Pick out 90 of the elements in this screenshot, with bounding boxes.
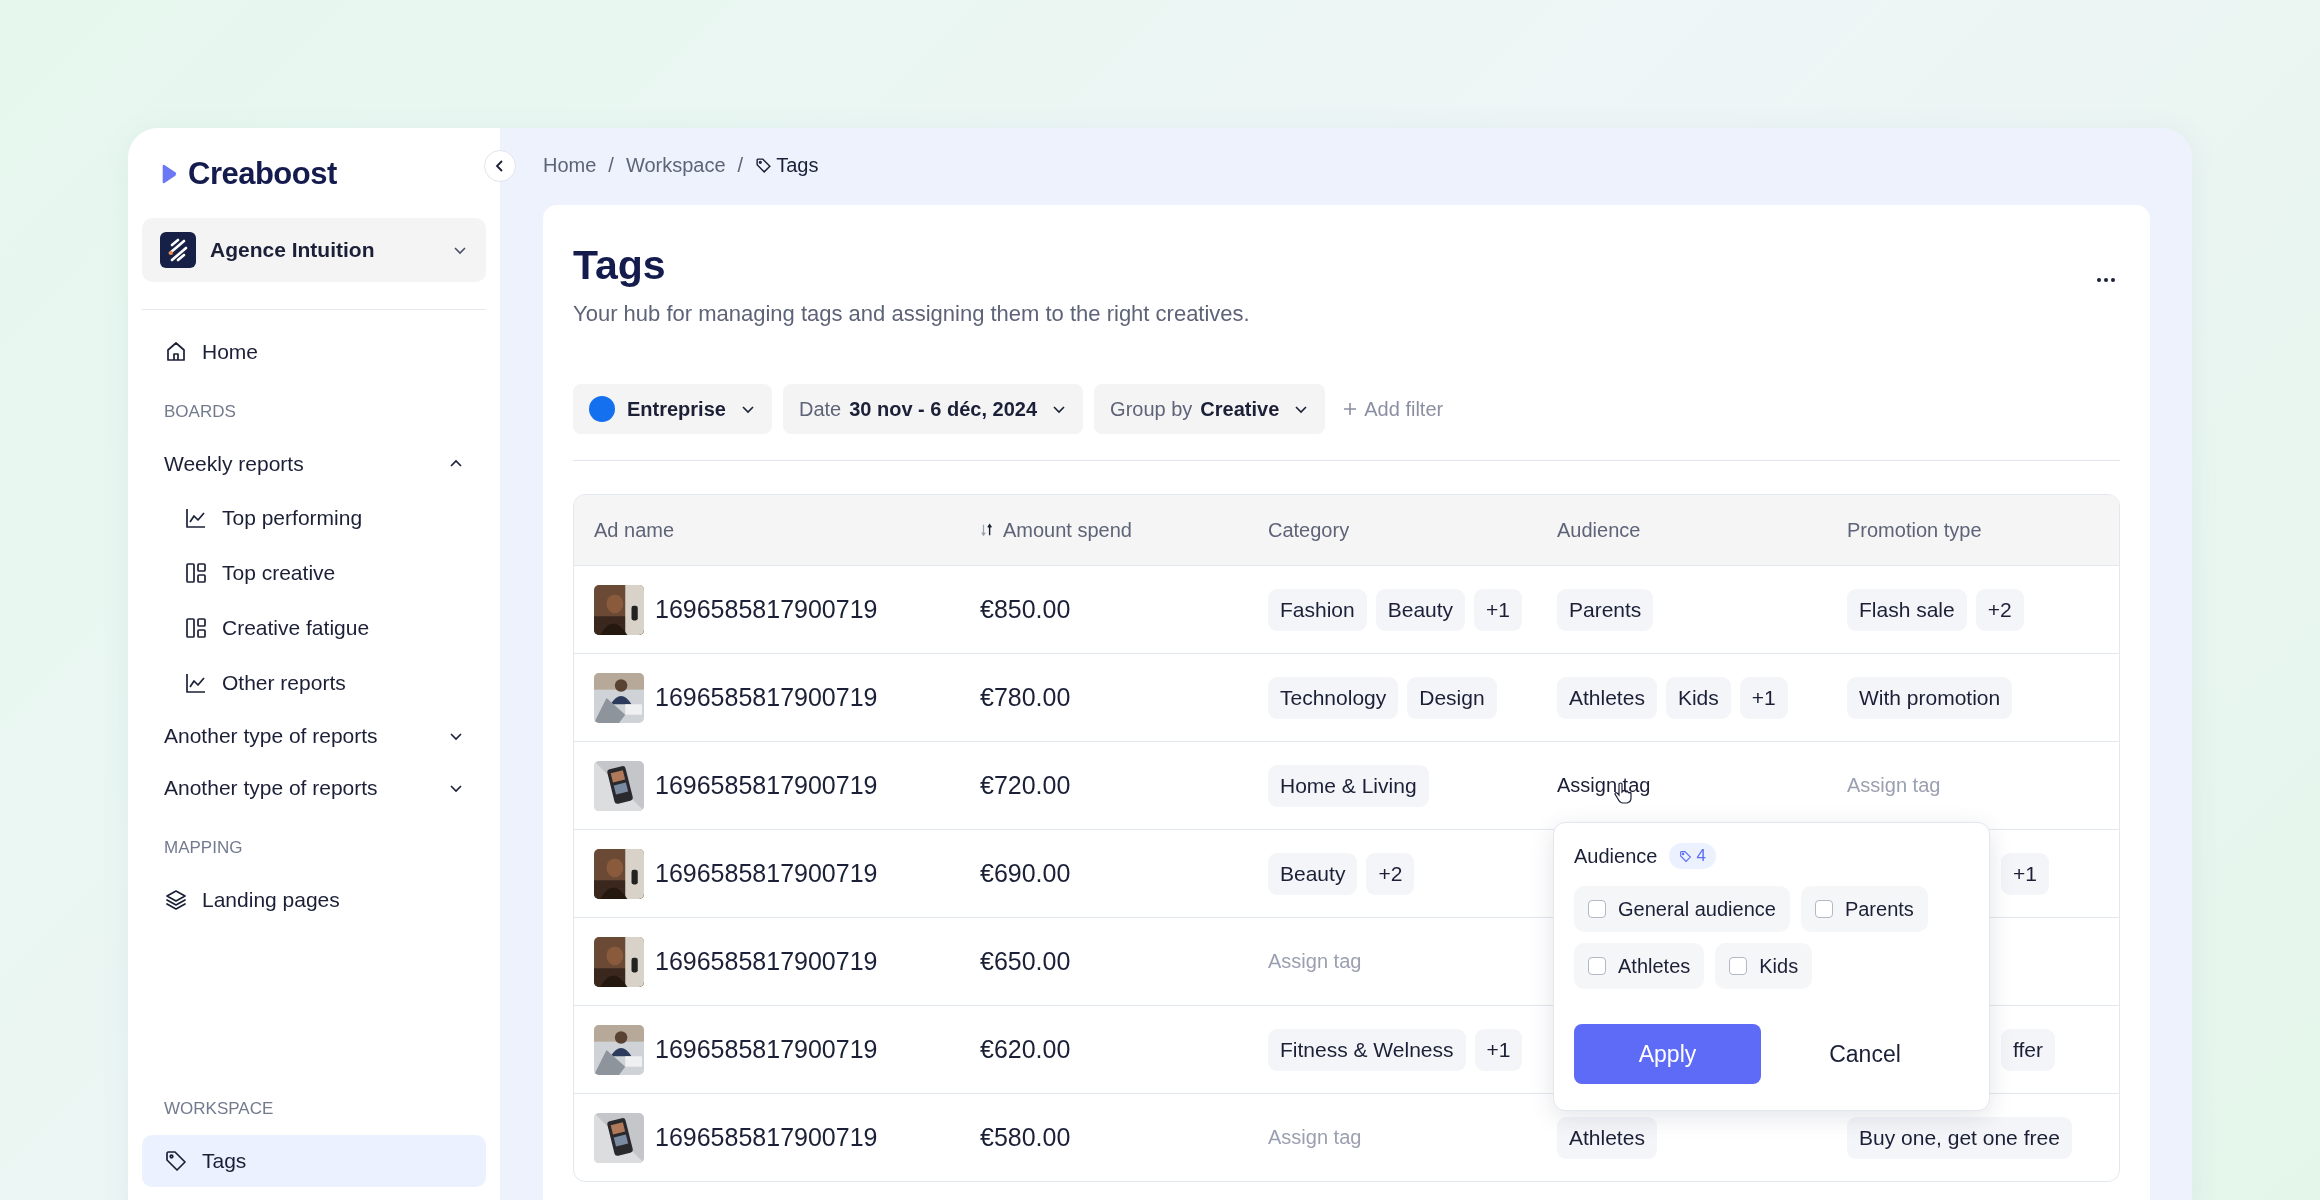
tag-chip: Buy one, get one free bbox=[1847, 1116, 2072, 1159]
column-header: Audience bbox=[1556, 517, 1642, 543]
tag-chip: +2 bbox=[1366, 852, 1415, 895]
nav-item[interactable]: Creative fatigue bbox=[142, 600, 486, 655]
tag-count-badge: 4 bbox=[1669, 843, 1716, 869]
page-subtitle: Your hub for managing tags and assigning them to the right creatives. bbox=[573, 301, 1250, 327]
tag-chip: Kids bbox=[1665, 676, 1731, 719]
cancel-button[interactable]: Cancel bbox=[1761, 1039, 1969, 1069]
nav-item[interactable]: Tags bbox=[142, 1135, 486, 1187]
plus-icon bbox=[1342, 401, 1359, 417]
column-header: Category bbox=[1267, 517, 1351, 543]
nav-group[interactable]: Another type of reports bbox=[142, 762, 486, 814]
page-title: Tags bbox=[573, 241, 667, 290]
breadcrumb-link[interactable]: Workspace bbox=[625, 153, 726, 177]
section-label: WORKSPACE bbox=[163, 1098, 275, 1120]
tag-chip: Athletes bbox=[1557, 676, 1657, 719]
tag-chip: Parents bbox=[1557, 588, 1654, 631]
tag-chip: +1 bbox=[1474, 588, 1523, 631]
tag-chip: Beauty bbox=[1268, 852, 1358, 895]
amount: €620.00 bbox=[980, 1035, 1071, 1064]
layers-icon bbox=[164, 888, 188, 912]
breadcrumb-link[interactable]: Home bbox=[543, 153, 597, 177]
tag-chip: +2 bbox=[1975, 588, 2024, 631]
nav-item[interactable]: Top performing bbox=[142, 490, 486, 545]
apply-button[interactable]: Apply bbox=[1574, 1024, 1761, 1084]
amount: €720.00 bbox=[980, 771, 1071, 800]
workspace-logo-icon bbox=[160, 232, 196, 268]
audience-option[interactable]: General audience bbox=[1574, 886, 1790, 932]
breadcrumb-separator: / bbox=[608, 153, 614, 177]
breadcrumb-separator: / bbox=[737, 153, 744, 177]
workspace-selector[interactable]: Agence Intuition bbox=[142, 218, 486, 282]
tag-chip: Athletes bbox=[1557, 1116, 1657, 1159]
ad-id: 1696585817900719 bbox=[655, 771, 878, 800]
tag-chip: ffer bbox=[2001, 1028, 2055, 1071]
logo-icon bbox=[160, 164, 178, 184]
tag-icon bbox=[164, 1149, 188, 1173]
layout-icon bbox=[184, 615, 208, 640]
nav-item[interactable]: Top creative bbox=[142, 545, 486, 600]
checkbox[interactable] bbox=[1588, 957, 1606, 975]
ad-id: 1696585817900719 bbox=[655, 683, 878, 712]
tag-icon bbox=[755, 156, 773, 174]
sort-icon bbox=[980, 523, 994, 537]
audience-option[interactable]: Parents bbox=[1800, 886, 1928, 932]
ad-id: 1696585817900719 bbox=[655, 595, 878, 624]
tag-chip: Home & Living bbox=[1268, 764, 1429, 807]
amount: €780.00 bbox=[980, 683, 1071, 712]
entity-filter[interactable]: Entreprise bbox=[573, 384, 772, 434]
checkbox[interactable] bbox=[1814, 900, 1833, 918]
breadcrumb-current[interactable]: Tags bbox=[755, 153, 819, 177]
nav-group[interactable]: Another type of reports bbox=[142, 710, 486, 762]
tag-icon bbox=[1679, 849, 1693, 863]
home-icon bbox=[164, 340, 188, 364]
tag-chip: With promotion bbox=[1847, 676, 2013, 719]
tag-chip: +1 bbox=[1474, 1028, 1523, 1071]
layout-icon bbox=[184, 560, 208, 585]
checkbox[interactable] bbox=[1729, 957, 1748, 975]
brand-name: Creaboost bbox=[188, 156, 337, 192]
amount: €650.00 bbox=[980, 947, 1071, 976]
nav-item[interactable]: Home bbox=[142, 326, 486, 378]
section-label: BOARDS bbox=[163, 401, 237, 423]
audience-option[interactable]: Kids bbox=[1715, 943, 1813, 989]
column-header: Amount spend bbox=[960, 495, 1248, 565]
tag-chip: Flash sale bbox=[1847, 588, 1967, 631]
nav-group[interactable]: Weekly reports bbox=[142, 438, 486, 490]
amount: €580.00 bbox=[980, 1123, 1071, 1152]
checkbox[interactable] bbox=[1588, 900, 1606, 918]
nav-item[interactable]: Landing pages bbox=[142, 874, 486, 926]
ad-id: 1696585817900719 bbox=[655, 1035, 878, 1064]
tag-chip: Fashion bbox=[1268, 588, 1367, 631]
popup-title: Audience bbox=[1574, 844, 1658, 868]
tag-chip: Technology bbox=[1268, 676, 1399, 719]
amount: €850.00 bbox=[980, 595, 1071, 624]
more-icon bbox=[2096, 277, 2116, 283]
ad-id: 1696585817900719 bbox=[655, 1123, 878, 1152]
tag-chip: Beauty bbox=[1375, 588, 1466, 631]
column-header: Ad name bbox=[593, 517, 676, 543]
column-header: Promotion type bbox=[1846, 517, 1983, 543]
tag-chip: +1 bbox=[2001, 852, 2049, 895]
tag-chip: Fitness & Welness bbox=[1268, 1028, 1466, 1071]
filter-dropdown[interactable]: Date 30 nov - 6 déc, 2024 bbox=[782, 384, 1084, 434]
audience-option[interactable]: Athletes bbox=[1574, 943, 1705, 989]
tag-chip: Design bbox=[1407, 676, 1497, 719]
tag-chip: +1 bbox=[1739, 676, 1788, 719]
filter-dropdown[interactable]: Group by Creative bbox=[1094, 384, 1326, 434]
ad-id: 1696585817900719 bbox=[655, 859, 878, 888]
nav-item[interactable]: Other reports bbox=[142, 655, 486, 710]
amount: €690.00 bbox=[980, 859, 1071, 888]
assign-tag-link[interactable]: Assign tag bbox=[1557, 774, 1651, 797]
section-label: MAPPING bbox=[163, 837, 244, 859]
ad-id: 1696585817900719 bbox=[655, 947, 878, 976]
